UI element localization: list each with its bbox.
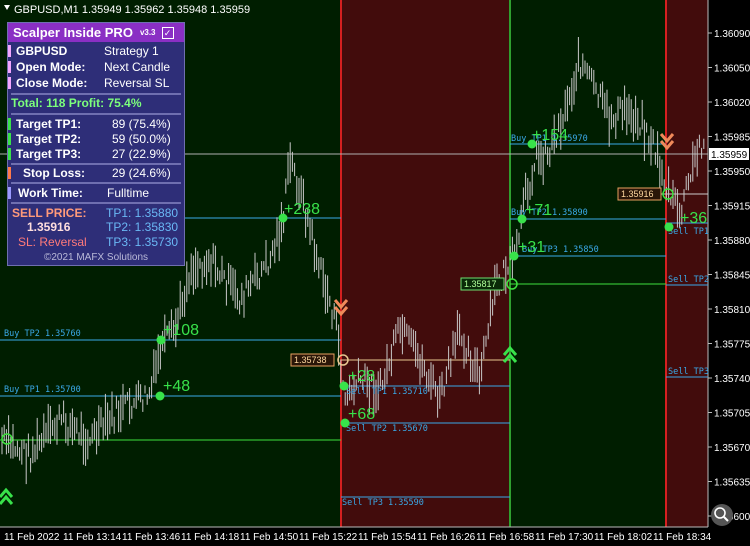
panel-row-tp3: Target TP3: 27 (22.9%) bbox=[8, 146, 184, 162]
svg-text:1.35817: 1.35817 bbox=[464, 279, 497, 289]
sell-price-block: SELL PRICE: 1.35916 SL: Reversal TP1: 1.… bbox=[8, 204, 184, 250]
pips-label: +108 bbox=[163, 322, 199, 339]
panel-checkbox[interactable]: ✓ bbox=[161, 26, 174, 39]
info-panel: Scalper Inside PRO v3.3 ✓ GBPUSD Strateg… bbox=[7, 22, 185, 266]
price-tick-label: 1.35915 bbox=[714, 202, 750, 213]
panel-version: v3.3 bbox=[139, 28, 156, 37]
price-tick-label: 1.35635 bbox=[714, 478, 750, 489]
panel-totals: Total: 118 Profit: 75.4% bbox=[11, 96, 142, 110]
time-tick-label: 11 Feb 17:30 bbox=[535, 532, 594, 543]
price-tick-label: 1.35705 bbox=[714, 409, 750, 420]
price-tick-label: 1.35985 bbox=[714, 133, 750, 144]
pips-label: +31 bbox=[518, 239, 545, 256]
price-axis: 1.36090 1.36050 1.36020 1.35985 1.35950 1.359… bbox=[708, 29, 750, 523]
sl-mode: SL: Reversal bbox=[18, 235, 87, 249]
panel-row-symbol: GBPUSD Strategy 1 bbox=[8, 43, 184, 59]
pips-label: +68 bbox=[348, 406, 375, 423]
price-tick-label: 1.35670 bbox=[714, 443, 750, 454]
time-axis: 11 Feb 2022 11 Feb 13:14 11 Feb 13:46 11 Fe… bbox=[4, 532, 712, 543]
pips-label: +36 bbox=[680, 210, 707, 227]
level-label: Sell TP3 1.35590 bbox=[342, 498, 424, 508]
sell-tp1: TP1: 1.35880 bbox=[106, 206, 179, 220]
pips-label: +28 bbox=[348, 368, 375, 385]
symbol-info: GBPUSD,M1 1.35949 1.35962 1.35948 1.3595… bbox=[14, 4, 250, 16]
panel-footer: ©2021 MAFX Solutions bbox=[43, 252, 149, 263]
time-tick-label: 11 Feb 2022 bbox=[4, 532, 60, 543]
panel-row-work-time: Work Time: Fulltime bbox=[8, 185, 184, 201]
time-tick-label: 11 Feb 13:14 bbox=[63, 532, 122, 543]
time-tick-label: 11 Feb 15:54 bbox=[358, 532, 417, 543]
panel-row-stop-loss: Stop Loss: 29 (24.6%) bbox=[8, 165, 184, 181]
time-tick-label: 11 Feb 18:02 bbox=[594, 532, 653, 543]
level-label: Sell TP1 bbox=[668, 227, 709, 237]
pips-label: +154 bbox=[532, 127, 568, 144]
level-label: Buy TP2 1.35760 bbox=[4, 329, 81, 339]
sell-tp2: TP2: 1.35830 bbox=[106, 220, 179, 234]
time-tick-label: 11 Feb 16:26 bbox=[417, 532, 476, 543]
svg-text:1.35738: 1.35738 bbox=[294, 355, 327, 365]
entry-box-mid: 1.35817 bbox=[460, 277, 505, 291]
panel-row-open-mode: Open Mode: Next Candle bbox=[8, 59, 184, 75]
pips-label: +48 bbox=[163, 378, 190, 395]
sell-zone-right bbox=[666, 0, 708, 527]
entry-box-left: 1.35738 bbox=[290, 353, 335, 367]
price-tick-label: 1.36020 bbox=[714, 98, 750, 109]
time-tick-label: 11 Feb 18:34 bbox=[653, 532, 712, 543]
price-tick-label: 1.35740 bbox=[714, 374, 750, 385]
level-label: Sell TP2 bbox=[668, 275, 709, 285]
buy-zone-right bbox=[510, 0, 666, 527]
price-tick-label: 1.36050 bbox=[714, 64, 750, 75]
zoom-icon[interactable] bbox=[711, 504, 733, 526]
sell-price-value: 1.35916 bbox=[27, 220, 71, 234]
entry-box-right: 1.35916 bbox=[617, 187, 662, 201]
pips-label: +238 bbox=[284, 201, 320, 218]
time-tick-label: 11 Feb 13:46 bbox=[122, 532, 181, 543]
sell-price-title: SELL PRICE: bbox=[12, 206, 87, 220]
level-label: Sell TP2 1.35670 bbox=[346, 424, 428, 434]
svg-text:1.35916: 1.35916 bbox=[621, 189, 654, 199]
sell-tp3: TP3: 1.35730 bbox=[106, 235, 179, 249]
panel-row-tp2: Target TP2: 59 (50.0%) bbox=[8, 131, 184, 147]
current-price: 1.35959 bbox=[711, 150, 748, 161]
price-tick-label: 1.35775 bbox=[714, 340, 750, 351]
price-tick-label: 1.35810 bbox=[714, 305, 750, 316]
panel-header: Scalper Inside PRO v3.3 ✓ bbox=[8, 23, 184, 42]
price-tick-label: 1.35880 bbox=[714, 236, 750, 247]
level-label: Buy TP1 1.35700 bbox=[4, 385, 81, 395]
level-label: Sell TP3 bbox=[668, 367, 709, 377]
price-tick-label: 1.35845 bbox=[714, 271, 750, 282]
panel-row-close-mode: Close Mode: Reversal SL bbox=[8, 75, 184, 91]
level-label: Sell TP1 1.35710 bbox=[346, 387, 428, 397]
price-tick-label: 1.36090 bbox=[714, 29, 750, 40]
panel-title: Scalper Inside PRO bbox=[13, 25, 133, 40]
panel-row-tp1: Target TP1: 89 (75.4%) bbox=[8, 116, 184, 132]
pips-label: +71 bbox=[525, 202, 552, 219]
time-tick-label: 11 Feb 14:18 bbox=[181, 532, 240, 543]
time-tick-label: 11 Feb 16:58 bbox=[476, 532, 535, 543]
time-tick-label: 11 Feb 14:50 bbox=[240, 532, 299, 543]
price-tick-label: 1.35950 bbox=[714, 167, 750, 178]
sell-zone-mid bbox=[341, 0, 510, 527]
time-tick-label: 11 Feb 15:22 bbox=[299, 532, 358, 543]
